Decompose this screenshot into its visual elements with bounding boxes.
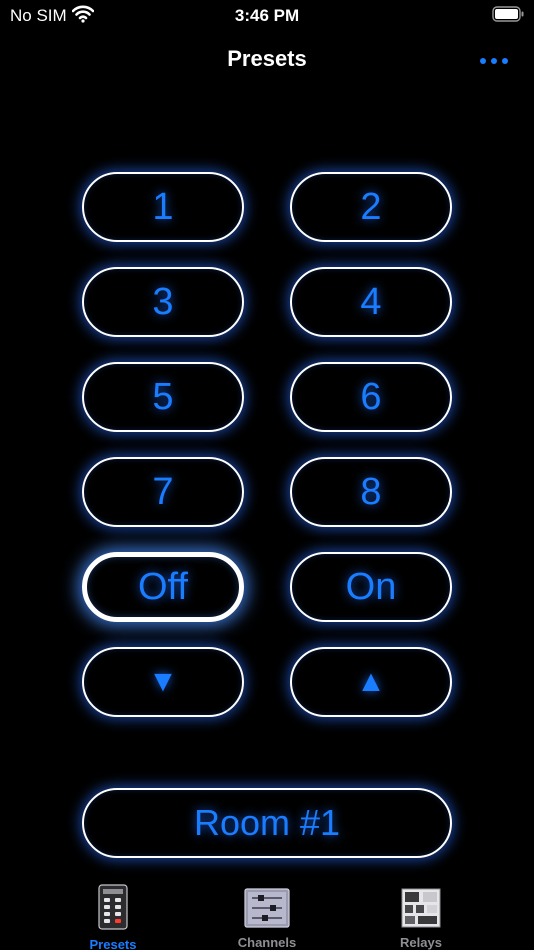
tab-label: Channels (237, 935, 297, 950)
tab-bar: Presets Channels Relays (0, 876, 534, 950)
tab-label: Presets (89, 937, 137, 950)
preset-button-3[interactable]: 3 (82, 267, 244, 337)
status-bar: No SIM 3:46 PM (0, 0, 534, 32)
raise-button[interactable]: ▲ (290, 647, 452, 717)
tab-presets[interactable]: Presets (53, 876, 173, 950)
app-screen: No SIM 3:46 PM Presets 1 2 3 4 5 6 7 8 O… (0, 0, 534, 950)
room-selector-button[interactable]: Room #1 (82, 788, 452, 858)
preset-button-8[interactable]: 8 (290, 457, 452, 527)
battery-icon (492, 6, 524, 27)
relay-panel-icon (361, 884, 481, 933)
clock: 3:46 PM (234, 6, 300, 25)
tab-label: Relays (400, 935, 442, 950)
preset-button-7[interactable]: 7 (82, 457, 244, 527)
keypad-icon (53, 884, 173, 935)
preset-button-5[interactable]: 5 (82, 362, 244, 432)
more-button[interactable] (476, 50, 512, 72)
off-button[interactable]: Off (82, 552, 244, 622)
tab-channels[interactable]: Channels (207, 876, 327, 950)
ellipsis-icon (480, 58, 508, 64)
on-button[interactable]: On (290, 552, 452, 622)
preset-button-6[interactable]: 6 (290, 362, 452, 432)
sliders-icon (207, 884, 327, 933)
preset-button-4[interactable]: 4 (290, 267, 452, 337)
preset-button-2[interactable]: 2 (290, 172, 452, 242)
page-title: Presets (227, 46, 307, 71)
preset-button-1[interactable]: 1 (82, 172, 244, 242)
lower-button[interactable]: ▼ (82, 647, 244, 717)
tab-relays[interactable]: Relays (361, 876, 481, 950)
